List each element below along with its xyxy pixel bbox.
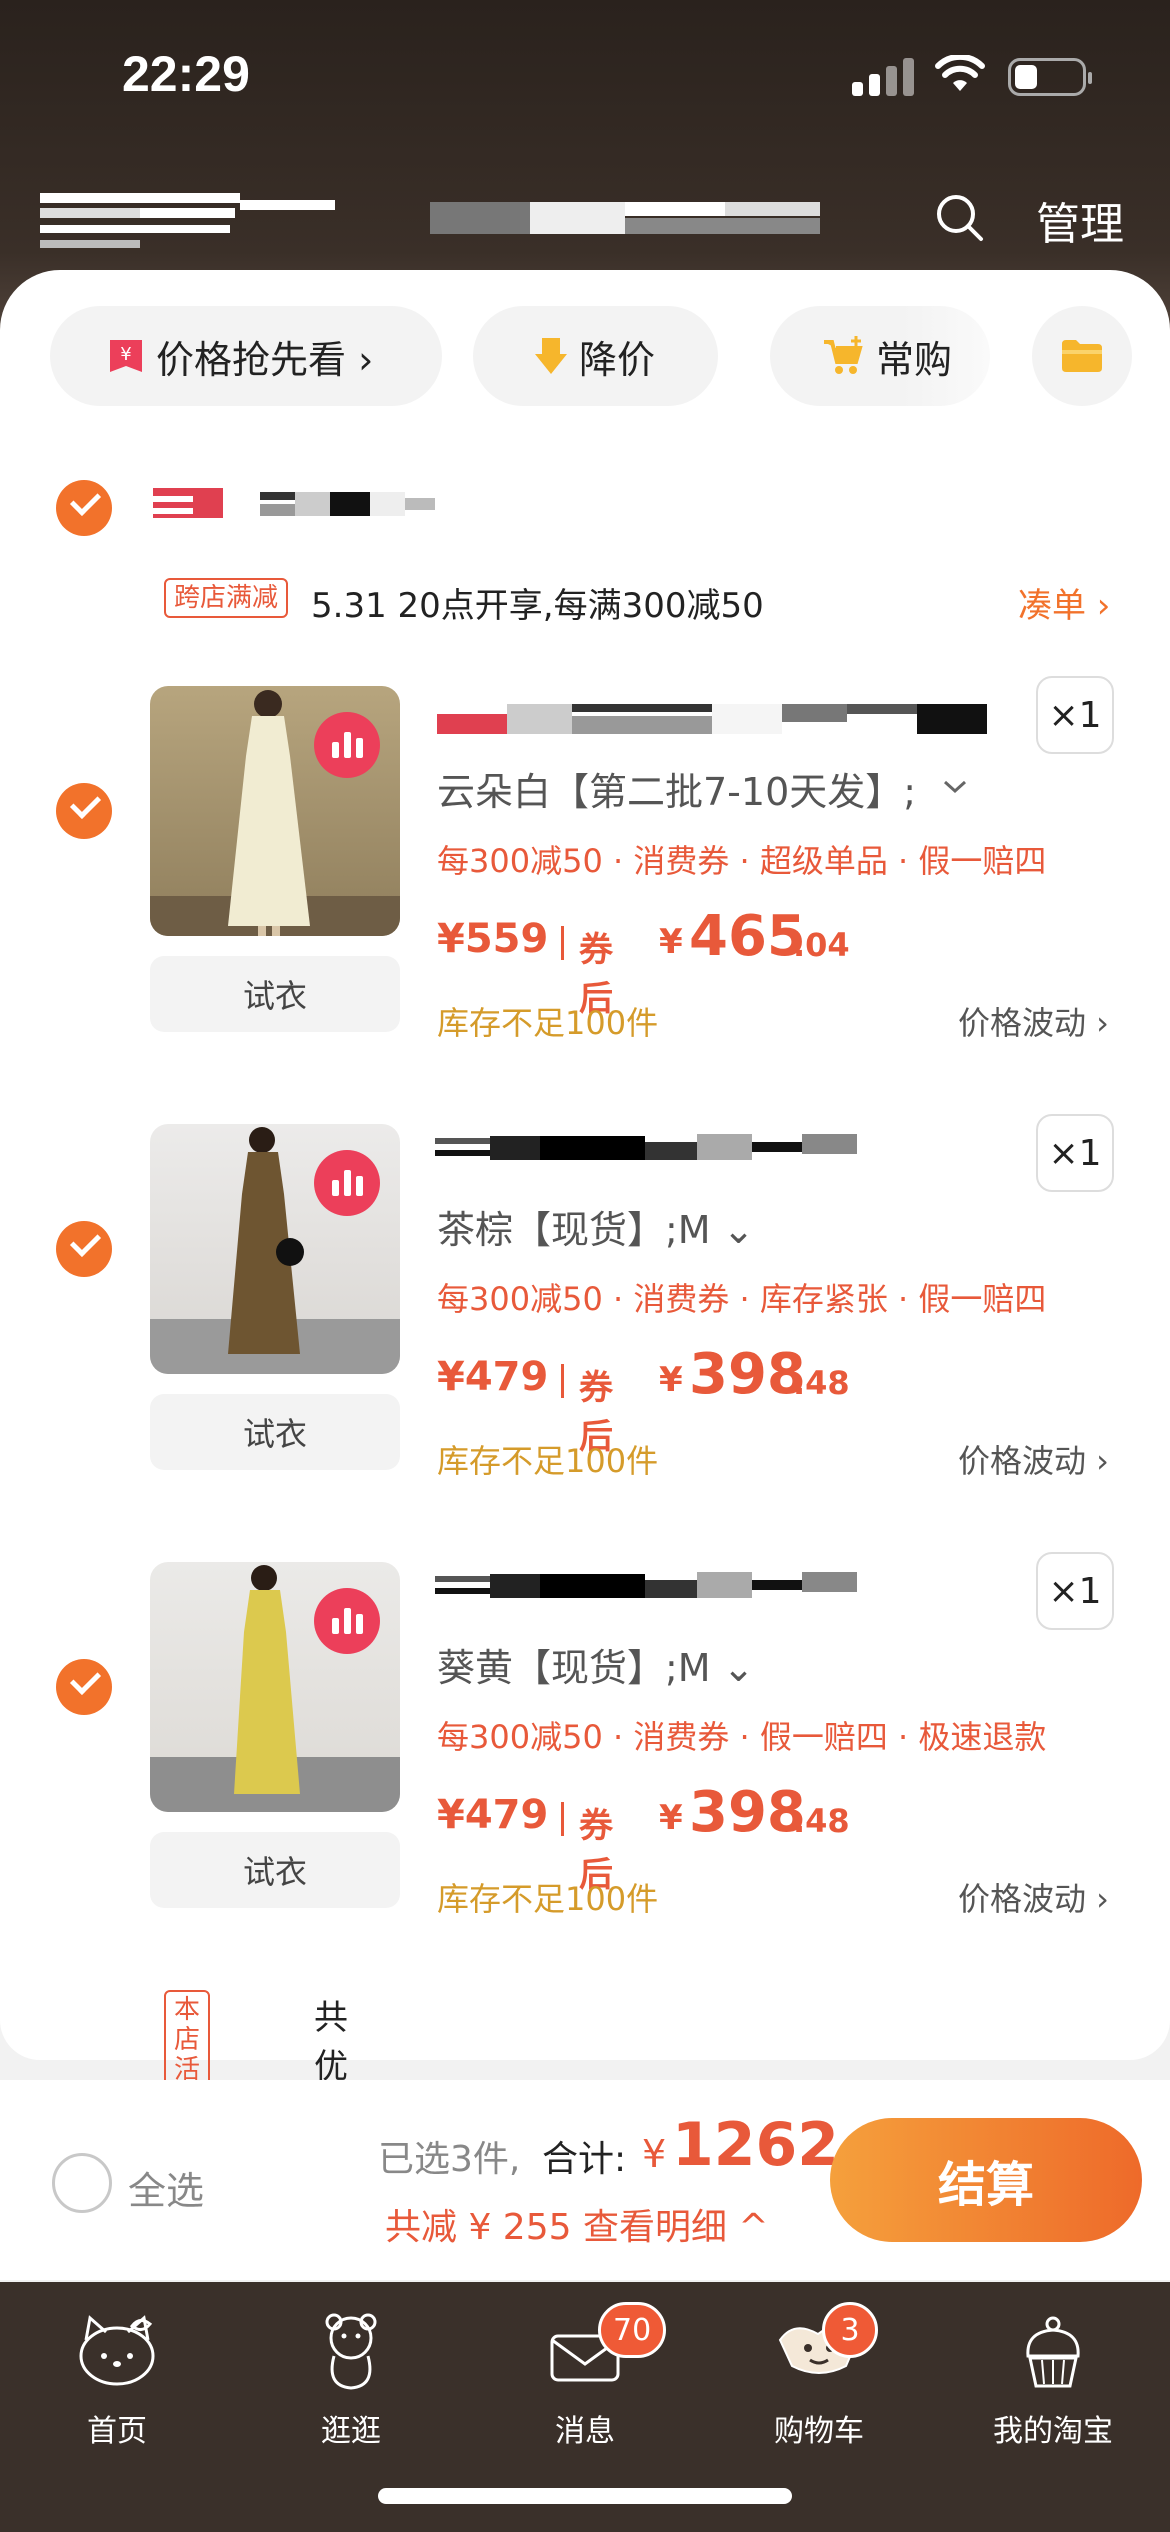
item-checkbox[interactable] — [56, 783, 112, 839]
item-checkbox[interactable] — [56, 1221, 112, 1277]
item-tags: 每300减50 · 消费券 · 超级单品 · 假一赔四 — [437, 842, 1047, 880]
after-coupon-yen: ¥ — [659, 1360, 683, 1400]
cupcake-profile-icon — [1026, 2316, 1080, 2388]
tab-profile[interactable]: 我的淘宝 — [936, 2282, 1170, 2532]
product-image[interactable] — [150, 686, 400, 936]
signal-icon — [852, 58, 916, 96]
cart-item: 试衣 ×1 云朵白【第二批7-10天发】; 每300减50 · 消费券 · 超级… — [0, 676, 1170, 1106]
chip-price-drop[interactable]: 降价 — [473, 306, 718, 406]
promo-text: 5.31 20点开享,每满300减50 — [311, 586, 764, 626]
cart-count-badge: 3 — [822, 2302, 878, 2358]
total-amount: 1262 — [672, 2110, 839, 2180]
tab-bar: 首页 逛逛 70 消息 3 购物车 我的淘宝 — [0, 2282, 1170, 2532]
after-coupon-decimal: .04 — [793, 926, 850, 964]
after-coupon-yen: ¥ — [659, 922, 683, 962]
item-checkbox[interactable] — [56, 1659, 112, 1715]
search-icon[interactable] — [935, 193, 985, 243]
original-price: ¥479 — [437, 1792, 549, 1838]
chip-label: 价格抢先看 › — [156, 337, 374, 382]
checkout-button[interactable]: 结算 — [830, 2118, 1142, 2242]
tab-label: 逛逛 — [321, 2414, 381, 2449]
sku-selector[interactable]: 茶棕【现货】;M ⌄ — [437, 1199, 755, 1254]
total-label: 合计: — [542, 2139, 627, 2180]
home-indicator — [378, 2488, 792, 2504]
chip-label: 常购 — [876, 337, 953, 382]
tab-label: 购物车 — [774, 2414, 864, 2449]
stock-warning: 库存不足100件 — [437, 1880, 659, 1918]
chevron-down-icon[interactable] — [942, 778, 968, 796]
price-fluctuation-link[interactable]: 价格波动 › — [958, 1874, 1109, 1920]
folder-icon — [1062, 340, 1102, 372]
after-coupon-price: 398 — [689, 1780, 806, 1845]
cart-item: 试衣 ×1 茶棕【现货】;M ⌄ 每300减50 · 消费券 · 库存紧张 · … — [0, 1114, 1170, 1544]
kitty-home-icon — [79, 2315, 155, 2386]
after-coupon-price: 398 — [689, 1342, 806, 1407]
tab-label: 消息 — [555, 2414, 615, 2449]
promo-tag: 跨店满减 — [164, 578, 289, 618]
bear-browse-icon — [325, 2313, 377, 2390]
item-tags: 每300减50 · 消费券 · 库存紧张 · 假一赔四 — [437, 1280, 1047, 1318]
status-bar: 22:29 — [0, 0, 1170, 150]
select-all-checkbox[interactable] — [52, 2153, 112, 2213]
stock-warning: 库存不足100件 — [437, 1442, 659, 1480]
tab-label: 首页 — [87, 2414, 147, 2449]
manage-button[interactable]: 管理 — [1036, 188, 1124, 252]
status-time: 22:29 — [122, 46, 250, 102]
after-coupon-price: 465 — [689, 904, 806, 969]
sku-selector[interactable]: 云朵白【第二批7-10天发】; — [437, 761, 916, 816]
chip-price-preview[interactable]: ¥ 价格抢先看 › — [50, 306, 442, 406]
quantity-button[interactable]: ×1 — [1036, 676, 1114, 754]
shop-checkbox[interactable] — [56, 480, 112, 536]
chip-label: 降价 — [579, 337, 656, 382]
cart-item: 试衣 ×1 葵黄【现货】;M ⌄ 每300减50 · 消费券 · 假一赔四 · … — [0, 1552, 1170, 1982]
svg-text:¥: ¥ — [120, 344, 131, 365]
original-price: ¥479 — [437, 1354, 549, 1400]
message-count-badge: 70 — [598, 2302, 667, 2358]
try-on-button[interactable]: 试衣 — [150, 1832, 400, 1908]
tab-label: 我的淘宝 — [993, 2414, 1113, 2449]
shop-header — [0, 470, 1170, 550]
product-image[interactable] — [150, 1562, 400, 1812]
chart-badge-icon — [314, 1588, 380, 1654]
price-ticket-icon: ¥ — [110, 340, 142, 372]
price-fluctuation-link[interactable]: 价格波动 › — [958, 1436, 1109, 1482]
sku-selector[interactable]: 葵黄【现货】;M ⌄ — [437, 1637, 755, 1692]
checkout-bar: 全选 已选3件, 合计: ¥ 1262 共减 ¥ 255 查看明细 ^ 结算 — [0, 2080, 1170, 2280]
after-coupon-decimal: .48 — [793, 1802, 850, 1840]
price-fluctuation-link[interactable]: 价格波动 › — [958, 998, 1109, 1044]
try-on-button[interactable]: 试衣 — [150, 956, 400, 1032]
chart-badge-icon — [314, 1150, 380, 1216]
after-coupon-yen: ¥ — [659, 1798, 683, 1838]
stock-warning: 库存不足100件 — [437, 1004, 659, 1042]
add-items-link[interactable]: 凑单 › — [1018, 578, 1110, 627]
selected-count: 已选3件, — [378, 2139, 521, 2180]
battery-icon — [1008, 58, 1092, 96]
cart-plus-icon — [824, 336, 863, 374]
total-yen: ¥ — [642, 2132, 667, 2176]
try-on-button[interactable]: 试衣 — [150, 1394, 400, 1470]
discount-detail-link[interactable]: 共减 ¥ 255 查看明细 ^ — [385, 2198, 769, 2250]
chart-badge-icon — [314, 712, 380, 778]
item-tags: 每300减50 · 消费券 · 假一赔四 · 极速退款 — [437, 1718, 1047, 1756]
chip-frequent[interactable]: 常购 — [770, 306, 990, 406]
select-all-label[interactable]: 全选 — [128, 2160, 204, 2215]
after-coupon-decimal: .48 — [793, 1364, 850, 1402]
quantity-button[interactable]: ×1 — [1036, 1114, 1114, 1192]
tab-home[interactable]: 首页 — [0, 2282, 234, 2532]
quantity-button[interactable]: ×1 — [1036, 1552, 1114, 1630]
product-image[interactable] — [150, 1124, 400, 1374]
cross-store-promo: 跨店满减 5.31 20点开享,每满300减50 凑单 › — [164, 578, 1124, 626]
original-price: ¥559 — [437, 916, 549, 962]
filter-chips: ¥ 价格抢先看 › 降价 常购 — [50, 306, 1170, 406]
down-arrow-icon — [535, 338, 567, 374]
wifi-icon — [935, 55, 985, 91]
chip-folder[interactable] — [1032, 306, 1132, 406]
